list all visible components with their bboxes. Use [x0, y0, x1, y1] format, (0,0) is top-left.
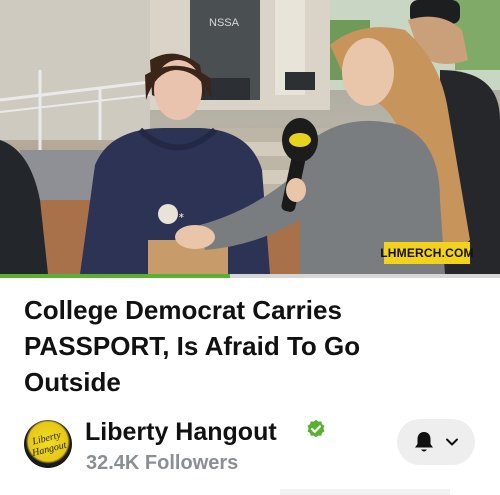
- next-item-edge: [280, 489, 450, 495]
- chevron-down-icon: [446, 438, 458, 446]
- video-title-line-1: College Democrat Carries: [24, 295, 342, 325]
- bell-icon: [415, 432, 433, 452]
- video-title-line-3: Outside: [24, 367, 121, 397]
- watermark-label: LHMERCH.COM: [380, 242, 474, 264]
- avatar-logo-text: Liberty Hangout: [31, 429, 68, 459]
- channel-avatar[interactable]: Liberty Hangout: [24, 420, 72, 468]
- thumbnail-scene: NSSA ∗: [0, 0, 500, 274]
- video-progress-fill: [0, 274, 230, 278]
- follower-count: 32.4K Followers: [86, 452, 239, 474]
- video-progress-bar[interactable]: [0, 274, 500, 278]
- svg-text:∗: ∗: [178, 211, 185, 220]
- svg-text:NSSA: NSSA: [209, 17, 240, 29]
- channel-name[interactable]: Liberty Hangout: [85, 418, 277, 447]
- video-title-line-2: PASSPORT, Is Afraid To Go: [24, 331, 361, 361]
- notification-bell-button[interactable]: [397, 419, 475, 465]
- verified-check-icon: [307, 419, 325, 438]
- video-title[interactable]: College Democrat Carries PASSPORT, Is Af…: [24, 292, 444, 400]
- video-thumbnail[interactable]: NSSA ∗ LHMERCH.COM: [0, 0, 500, 274]
